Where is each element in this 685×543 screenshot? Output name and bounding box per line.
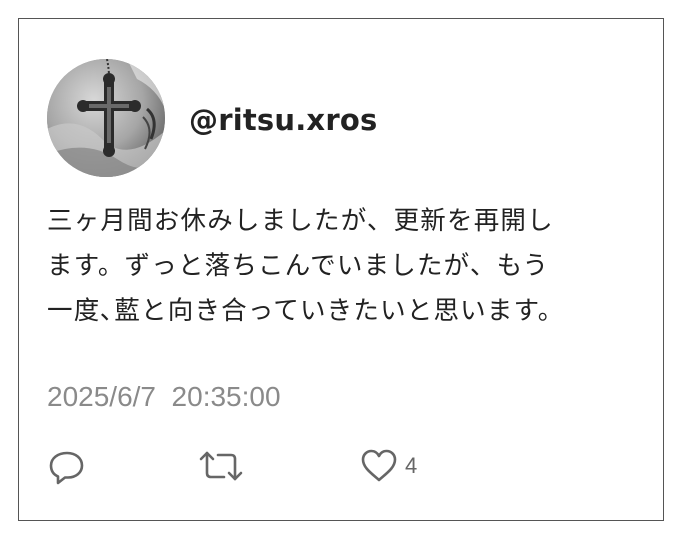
post-card: @ritsu.xros 三ヶ月間お休みしましたが、更新を再開し ます。ずっと落ち… (18, 18, 664, 521)
reply-icon (49, 451, 84, 485)
post-body: 三ヶ月間お休みしましたが、更新を再開し ます。ずっと落ちこんでいましたが、もう … (47, 199, 647, 334)
retweet-icon (199, 451, 243, 481)
avatar[interactable] (47, 59, 165, 177)
reply-button[interactable] (47, 444, 87, 488)
post-timestamp[interactable]: 2025/6/7 20:35:00 (47, 381, 281, 413)
retweet-button[interactable] (197, 444, 245, 488)
cross-pendant-icon (47, 59, 165, 177)
heart-icon (361, 449, 397, 482)
post-body-line: ます。ずっと落ちこんでいましたが、もう (47, 251, 550, 281)
action-bar: 4 (19, 444, 663, 488)
like-button[interactable]: 4 (359, 444, 417, 488)
user-handle[interactable]: @ritsu.xros (189, 103, 377, 137)
post-body-line: 一度､藍と向き合っていきたいと思います。 (47, 296, 565, 326)
like-count: 4 (405, 453, 418, 478)
post-body-line: 三ヶ月間お休みしましたが、更新を再開し (47, 206, 554, 236)
